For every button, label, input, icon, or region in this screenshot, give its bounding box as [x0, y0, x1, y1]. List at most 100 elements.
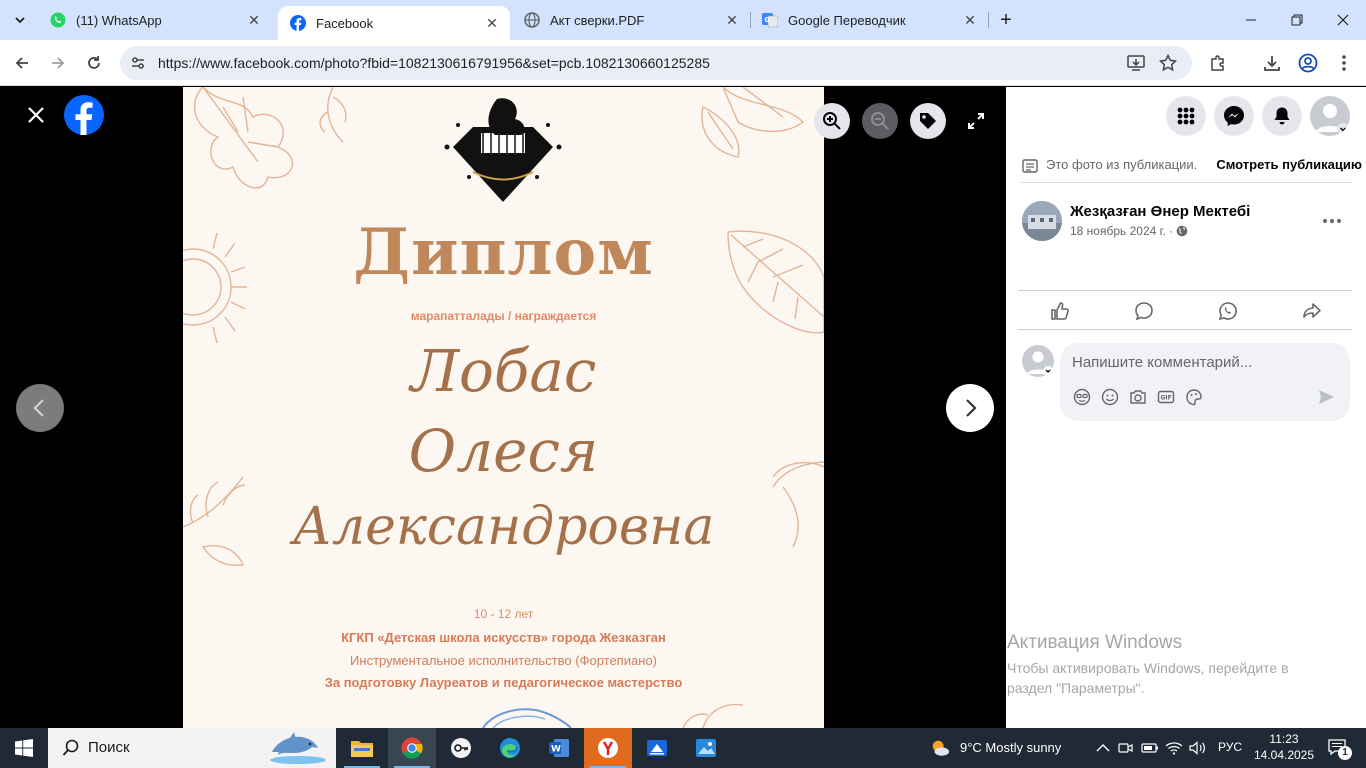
diploma-title: Диплом: [353, 215, 654, 290]
word-icon: W: [549, 739, 569, 757]
reload-icon: [88, 56, 100, 69]
facebook-logo-icon: [75, 102, 93, 135]
bell-icon: [1274, 107, 1290, 125]
blue-app-icon: [647, 740, 667, 756]
share-button[interactable]: [1298, 299, 1326, 323]
taskbar-yandex[interactable]: [584, 728, 632, 768]
tag-photo-button[interactable]: [910, 103, 946, 139]
kebab-menu-icon: [1342, 55, 1346, 71]
facebook-home-button[interactable]: [64, 95, 104, 135]
minimize-button[interactable]: [1228, 0, 1274, 40]
see-post-link[interactable]: Смотреть публикацию: [1216, 157, 1362, 172]
account-icon: [1298, 53, 1318, 73]
restore-button[interactable]: [1274, 0, 1320, 40]
extensions-button[interactable]: [1204, 49, 1232, 77]
taskbar-app-key[interactable]: [437, 728, 485, 768]
post-options-button[interactable]: [1318, 207, 1346, 235]
taskbar-app-blue[interactable]: [633, 728, 681, 768]
avatar-sticker-icon[interactable]: [1072, 387, 1092, 407]
taskbar-file-explorer[interactable]: [338, 728, 386, 768]
tab-google-translate[interactable]: G Google Переводчик ✕: [750, 0, 988, 40]
fullscreen-button[interactable]: [958, 103, 994, 139]
tab-facebook[interactable]: Facebook ✕: [278, 6, 510, 40]
photo-viewer: Диплом марапатталады / награждается Лоба…: [0, 87, 1006, 728]
camera-icon[interactable]: [1128, 387, 1148, 407]
taskbar-word[interactable]: W: [535, 728, 583, 768]
commenter-avatar[interactable]: [1022, 345, 1054, 377]
tab-whatsapp[interactable]: (11) WhatsApp ✕: [38, 0, 272, 40]
diploma-school: КГКП «Детская школа искусств» города Жез…: [341, 630, 666, 645]
like-button[interactable]: [1046, 299, 1074, 323]
new-tab-button[interactable]: +: [994, 8, 1018, 32]
chevron-left-icon: [33, 399, 44, 417]
sticker-icon[interactable]: [1184, 387, 1204, 407]
forward-button[interactable]: [44, 49, 72, 77]
zoom-out-button[interactable]: [862, 103, 898, 139]
tab-close-icon[interactable]: ✕: [960, 10, 980, 30]
taskbar-edge[interactable]: [486, 728, 534, 768]
folder-icon: [351, 741, 373, 757]
dolphin-search-highlight-icon: [270, 732, 326, 764]
chrome-menu-button[interactable]: [1330, 49, 1358, 77]
battery-icon[interactable]: [1141, 739, 1159, 757]
taskbar-chrome[interactable]: [388, 728, 436, 768]
watermark-title: Активация Windows: [1007, 632, 1183, 653]
globe-icon: [524, 12, 540, 28]
wifi-icon[interactable]: [1165, 739, 1183, 757]
taskbar-photos[interactable]: [682, 728, 730, 768]
weather-icon[interactable]: [930, 738, 950, 758]
taskbar-search[interactable]: Поиск: [48, 728, 336, 768]
next-photo-button[interactable]: [946, 384, 994, 432]
search-label: Поиск: [88, 739, 130, 756]
input-language[interactable]: РУС: [1218, 740, 1242, 754]
chrome-icon: [401, 737, 423, 759]
tab-close-icon[interactable]: ✕: [244, 10, 264, 30]
zoom-in-button[interactable]: [814, 103, 850, 139]
default-avatar-icon: [1027, 351, 1053, 376]
default-avatar-icon: [1316, 104, 1349, 135]
tab-close-icon[interactable]: ✕: [722, 10, 742, 30]
install-app-icon[interactable]: [1126, 53, 1146, 73]
reload-button[interactable]: [80, 49, 108, 77]
page-avatar[interactable]: [1022, 201, 1062, 241]
close-window-button[interactable]: [1320, 0, 1366, 40]
back-button[interactable]: [8, 49, 36, 77]
emoji-icon[interactable]: [1100, 387, 1120, 407]
clock[interactable]: 11:23 14.04.2025: [1252, 731, 1316, 763]
browser-toolbar: https://www.facebook.com/photo?fbid=1082…: [0, 40, 1366, 86]
send-whatsapp-button[interactable]: [1214, 299, 1242, 323]
comment-input[interactable]: Напишите комментарий... GIF: [1060, 343, 1350, 421]
diploma-photo: Диплом марапатталады / награждается Лоба…: [183, 87, 824, 728]
close-viewer-button[interactable]: [20, 99, 52, 131]
post-icon: [1022, 159, 1038, 173]
meet-now-icon[interactable]: [1117, 739, 1135, 757]
post-date[interactable]: 18 ноябрь 2024 г. ·: [1070, 224, 1173, 238]
menu-button[interactable]: [1166, 96, 1206, 136]
previous-photo-button[interactable]: [16, 384, 64, 432]
svg-text:W: W: [551, 745, 561, 755]
messenger-button[interactable]: [1214, 96, 1254, 136]
page-name[interactable]: Жезқазған Өнер Мектебі: [1070, 203, 1250, 220]
notification-center-button[interactable]: 1: [1324, 738, 1352, 760]
zoom-in-icon: [823, 112, 841, 130]
site-info-icon[interactable]: [128, 53, 148, 73]
weather-text[interactable]: 9°C Mostly sunny: [960, 740, 1061, 755]
account-avatar[interactable]: [1310, 96, 1350, 136]
tab-close-icon[interactable]: ✕: [482, 13, 502, 33]
profile-button[interactable]: [1294, 49, 1322, 77]
recipient-patronymic: Александровна: [292, 497, 715, 557]
send-icon[interactable]: [1316, 387, 1336, 407]
address-bar[interactable]: https://www.facebook.com/photo?fbid=1082…: [120, 46, 1192, 80]
start-button[interactable]: [0, 728, 48, 768]
notifications-button[interactable]: [1262, 96, 1302, 136]
volume-icon[interactable]: [1189, 739, 1207, 757]
gif-icon[interactable]: GIF: [1156, 387, 1176, 407]
tab-akt-sverki[interactable]: Акт сверки.PDF ✕: [512, 0, 750, 40]
downloads-button[interactable]: [1258, 49, 1286, 77]
diploma-reason: За подготовку Лауреатов и педагогическое…: [324, 675, 683, 690]
recipient-first-name: Олеся: [408, 417, 599, 485]
bookmark-star-icon[interactable]: [1158, 53, 1178, 73]
tab-search-button[interactable]: [8, 8, 32, 32]
tray-overflow-icon[interactable]: [1094, 739, 1112, 757]
comment-button[interactable]: [1130, 299, 1158, 323]
